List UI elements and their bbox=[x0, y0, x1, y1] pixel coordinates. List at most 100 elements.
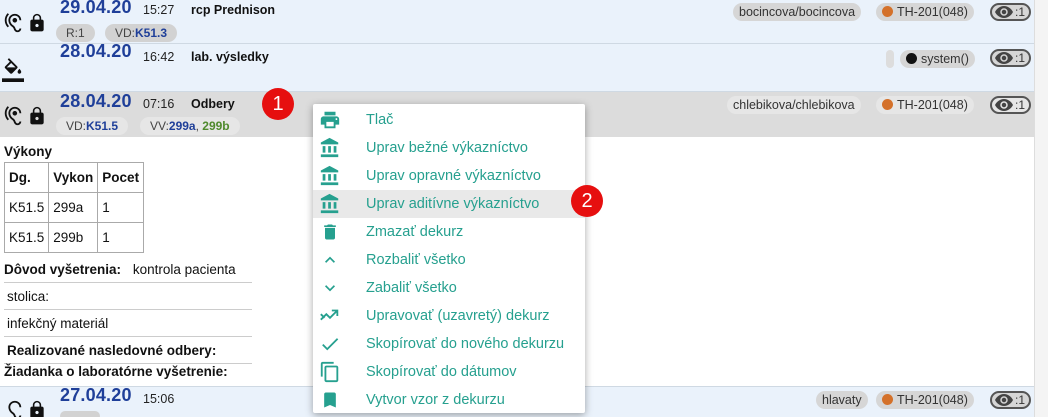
views-count: :1 bbox=[1015, 393, 1026, 407]
paint-bucket-icon bbox=[2, 58, 24, 84]
user-tag: chlebikova/chlebikova bbox=[727, 96, 861, 114]
table-row: K51.5 299b 1 bbox=[3, 222, 145, 253]
menu-item-create-template[interactable]: Vytvor vzor z dekurzu bbox=[313, 386, 585, 414]
menu-item-copy-to-new[interactable]: Skopírovať do nového dekurzu bbox=[313, 330, 585, 358]
menu-item-copy-to-dates[interactable]: Skopírovať do dátumov bbox=[313, 358, 585, 386]
context-menu: Tlač Uprav bežné výkazníctvo Uprav oprav… bbox=[313, 104, 585, 413]
bookmark-icon bbox=[318, 388, 342, 412]
record-date: 29.04.20 bbox=[60, 0, 132, 17]
ziadanka-label: Žiadanka o laboratórne vyšetrenie: bbox=[4, 364, 228, 379]
chevron-down-icon bbox=[318, 276, 342, 300]
views-count: :1 bbox=[1015, 98, 1026, 112]
stolica-row: stolica: bbox=[4, 283, 252, 310]
vv-prefix: VV: bbox=[150, 119, 169, 133]
infekcny-row: infekčný materiál bbox=[4, 310, 252, 337]
menu-item-print[interactable]: Tlač bbox=[313, 106, 585, 134]
clinic-tag: TH-201(048) bbox=[876, 391, 974, 409]
views-badge[interactable]: :1 bbox=[990, 391, 1032, 409]
dovod-label: Dôvod vyšetrenia: bbox=[4, 262, 122, 277]
record-date: 28.04.20 bbox=[60, 91, 132, 111]
vd-prefix: VD: bbox=[115, 26, 136, 40]
trending-icon bbox=[318, 304, 342, 328]
bank-icon bbox=[318, 192, 342, 216]
row-icons bbox=[2, 105, 47, 127]
record-row[interactable]: 28.04.20 16:42 lab. výsledky system() :1 bbox=[0, 41, 1034, 92]
step-badge-1: 1 bbox=[262, 88, 294, 120]
record-time: 07:16 bbox=[143, 97, 175, 111]
partial-pill bbox=[60, 411, 100, 417]
menu-item-edit-closed[interactable]: Upravovať (uzavretý) dekurz bbox=[313, 302, 585, 330]
record-title: rcp Prednison bbox=[191, 3, 276, 17]
clinic-tag: TH-201(048) bbox=[876, 96, 974, 114]
dovod-value: kontrola pacienta bbox=[132, 262, 236, 277]
clinic-dot-icon bbox=[882, 394, 893, 405]
user-tag: bocincova/bocincova bbox=[733, 3, 862, 21]
vd-prefix: VD: bbox=[66, 119, 87, 133]
table-cell: K51.5 bbox=[3, 192, 50, 223]
clinic-label: TH-201(048) bbox=[897, 393, 968, 407]
user-label: system() bbox=[921, 52, 969, 66]
views-badge[interactable]: :1 bbox=[990, 3, 1032, 21]
check-icon bbox=[318, 332, 342, 356]
eye-icon bbox=[995, 52, 1013, 64]
vd-pill: VD:K51.5 bbox=[56, 117, 129, 135]
user-tag: hlavaty bbox=[816, 391, 868, 409]
vd-pill: VD:K51.3 bbox=[105, 24, 178, 42]
vd-value: K51.3 bbox=[135, 26, 168, 40]
row-icons bbox=[2, 399, 47, 417]
bank-icon bbox=[318, 136, 342, 160]
table-cell: 1 bbox=[97, 192, 145, 223]
views-count: :1 bbox=[1015, 5, 1026, 19]
table-cell: K51.5 bbox=[3, 222, 50, 253]
dovod-row: Dôvod vyšetrenia: kontrola pacienta bbox=[4, 256, 252, 283]
record-title: lab. výsledky bbox=[191, 50, 269, 64]
vykony-table: Dg. Vykon Pocet K51.5 299a 1 K51.5 299b … bbox=[3, 162, 145, 253]
menu-item-label: Skopírovať do dátumov bbox=[366, 364, 517, 380]
record-time: 15:06 bbox=[143, 392, 175, 406]
scrollbar[interactable] bbox=[1034, 0, 1048, 417]
realizovane-row: Realizované nasledovné odbery: bbox=[4, 337, 252, 364]
menu-item-collapse-all[interactable]: Zabaliť všetko bbox=[313, 274, 585, 302]
record-date: 28.04.20 bbox=[60, 41, 132, 61]
vv-value-2: 299b bbox=[202, 119, 230, 133]
menu-item-edit-corrective-reporting[interactable]: Uprav opravné výkazníctvo bbox=[313, 162, 585, 190]
column-header: Vykon bbox=[48, 162, 99, 193]
record-row[interactable]: 29.04.20 15:27 rcp Prednison R:1 VD:K51.… bbox=[0, 0, 1034, 44]
empty-tag bbox=[886, 50, 894, 68]
menu-item-label: Tlač bbox=[366, 112, 394, 128]
menu-item-label: Zabaliť všetko bbox=[366, 280, 457, 296]
copy-icon bbox=[318, 360, 342, 384]
menu-item-label: Uprav bežné výkazníctvo bbox=[366, 140, 528, 156]
eye-icon bbox=[995, 99, 1013, 111]
menu-item-delete[interactable]: Zmazať dekurz bbox=[313, 218, 585, 246]
infekcny-label: infekčný materiál bbox=[7, 316, 109, 331]
realizovane-label: Realizované nasledovné odbery: bbox=[7, 343, 217, 358]
views-count: :1 bbox=[1015, 51, 1026, 65]
clinic-label: TH-201(048) bbox=[897, 5, 968, 19]
user-tag: system() bbox=[900, 50, 975, 68]
menu-item-label: Zmazať dekurz bbox=[366, 224, 464, 240]
menu-item-edit-additive-reporting[interactable]: Uprav aditívne výkazníctvo bbox=[313, 190, 585, 218]
clinic-tag: TH-201(048) bbox=[876, 3, 974, 21]
menu-item-label: Uprav aditívne výkazníctvo bbox=[366, 196, 540, 212]
menu-item-edit-standard-reporting[interactable]: Uprav bežné výkazníctvo bbox=[313, 134, 585, 162]
record-time: 16:42 bbox=[143, 50, 175, 64]
menu-item-label: Vytvor vzor z dekurzu bbox=[366, 392, 505, 408]
menu-item-label: Uprav opravné výkazníctvo bbox=[366, 168, 541, 184]
ear-icon bbox=[2, 399, 24, 417]
clinic-label: TH-201(048) bbox=[897, 98, 968, 112]
row-icons bbox=[2, 58, 24, 84]
column-header: Pocet bbox=[97, 162, 145, 193]
views-badge[interactable]: :1 bbox=[990, 96, 1032, 114]
lock-icon bbox=[27, 399, 47, 417]
step-badge-2: 2 bbox=[571, 185, 603, 217]
table-header-row: Dg. Vykon Pocet bbox=[3, 162, 145, 193]
r-pill: R:1 bbox=[56, 24, 95, 42]
menu-item-expand-all[interactable]: Rozbaliť všetko bbox=[313, 246, 585, 274]
table-cell: 1 bbox=[97, 222, 145, 253]
column-header: Dg. bbox=[3, 162, 50, 193]
record-date: 27.04.20 bbox=[60, 385, 132, 405]
views-badge[interactable]: :1 bbox=[990, 49, 1032, 67]
lock-icon bbox=[27, 105, 47, 127]
trash-icon bbox=[318, 220, 342, 244]
